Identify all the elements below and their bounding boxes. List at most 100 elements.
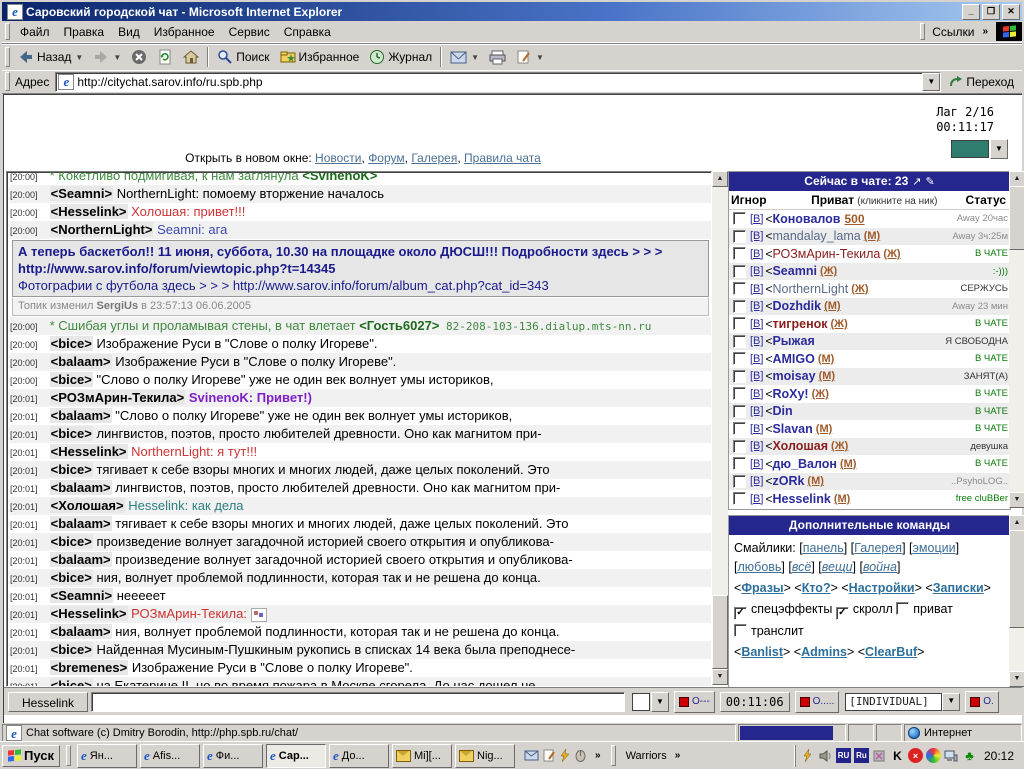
user-nick[interactable]: дю_Валон (772, 457, 837, 471)
favorites-button[interactable]: Избранное (275, 47, 365, 67)
smiley-link[interactable]: всё (792, 560, 811, 574)
message-nick[interactable]: <balaam> (50, 480, 112, 495)
mode-select[interactable]: [INDIVIDUAL] ▼ (844, 692, 960, 712)
compose-quick-icon[interactable] (543, 749, 556, 762)
gender-link[interactable]: (Ж) (851, 283, 868, 295)
smiley-link[interactable]: панель (803, 541, 844, 555)
message-nick[interactable]: <balaam> (50, 354, 112, 369)
quick-launch-chevron-icon[interactable]: » (591, 750, 605, 761)
user-nick[interactable]: Рыжая (772, 334, 814, 348)
gender-link[interactable]: (М) (807, 475, 824, 487)
privat-b-link[interactable]: [В] (750, 248, 763, 260)
user-nick[interactable]: Холошая (772, 439, 828, 453)
user-nick[interactable]: Dozhdik (772, 299, 821, 313)
language-indicator-icon[interactable]: RU (836, 748, 851, 763)
user-nick[interactable]: тигренок (772, 317, 827, 331)
user-nick[interactable]: mandalay_lama (772, 229, 860, 243)
message-nick[interactable]: <NorthernLight> (50, 222, 154, 237)
taskbar-window-button[interactable]: eДо... (329, 744, 389, 768)
ignore-checkbox[interactable] (733, 212, 746, 225)
message-nick[interactable]: <balaam> (50, 552, 112, 567)
ignore-checkbox[interactable] (733, 230, 746, 243)
links-grip[interactable] (920, 23, 925, 40)
user-nick[interactable]: Din (772, 404, 792, 418)
message-nick[interactable]: <bice> (50, 534, 93, 549)
ignore-checkbox[interactable] (733, 422, 746, 435)
smiley-link[interactable]: Галерея (854, 541, 902, 555)
smiley-link[interactable]: вещи (822, 560, 853, 574)
color-ball-tray-icon[interactable] (926, 748, 941, 763)
settings-checkbox[interactable]: ✓ (734, 607, 747, 620)
warriors-chevron-icon[interactable]: » (671, 750, 685, 761)
message-input[interactable] (91, 692, 625, 712)
restore-button[interactable]: ❐ (982, 4, 1000, 20)
action-nick[interactable]: <SvinenoK> (302, 171, 377, 183)
user-nick[interactable]: РОЗмАрин-Текила (772, 247, 880, 261)
scroll-down-icon[interactable]: ▼ (1009, 671, 1024, 687)
smiley-link[interactable]: любовь (737, 560, 781, 574)
color-select-arrow-icon[interactable]: ▼ (990, 139, 1008, 159)
chat-scrollbar[interactable]: ▲ ▼ (712, 171, 728, 685)
message-nick[interactable]: <balaam> (50, 516, 112, 531)
message-nick[interactable]: <Seamni> (50, 186, 113, 201)
commands-scrollbar[interactable]: ▲ ▼ (1009, 515, 1024, 687)
admin-link[interactable]: ClearBuf (865, 645, 917, 659)
network-tray-icon[interactable] (944, 748, 959, 763)
action-nick[interactable]: <Гость6027> (359, 318, 439, 333)
admin-link[interactable]: Banlist (741, 645, 783, 659)
privat-b-link[interactable]: [В] (750, 388, 763, 400)
ignore-checkbox[interactable] (733, 282, 746, 295)
user-nick[interactable]: Hesselink (772, 492, 830, 506)
mini-select[interactable]: ▼ (631, 692, 669, 712)
admin-link[interactable]: Admins (801, 645, 847, 659)
privat-b-link[interactable]: [В] (750, 423, 763, 435)
stop-button[interactable] (126, 47, 152, 67)
smiley-link[interactable]: эмоции (913, 541, 956, 555)
message-nick[interactable]: <Hesselink> (50, 204, 128, 219)
color-select[interactable]: ▼ (950, 139, 1008, 159)
gender-link[interactable]: (М) (818, 353, 835, 365)
privat-b-link[interactable]: [В] (750, 213, 763, 225)
scroll-up-icon[interactable]: ▲ (1009, 515, 1024, 531)
menu-item[interactable]: Избранное (147, 23, 222, 41)
message-nick[interactable]: <Холошая> (50, 498, 125, 513)
forward-button[interactable]: ▼ (88, 47, 126, 67)
links-bar-label[interactable]: Ссылки (928, 25, 978, 39)
ignore-checkbox[interactable] (733, 317, 746, 330)
ignore-checkbox[interactable] (733, 370, 746, 383)
scroll-up-icon[interactable]: ▲ (1009, 171, 1024, 187)
red-indicator-button-1[interactable]: О--- (674, 691, 715, 713)
mail-quick-icon[interactable] (524, 750, 539, 761)
ignore-checkbox[interactable] (733, 265, 746, 278)
message-nick[interactable]: <РОЗмАрин-Текила> (50, 390, 186, 405)
ignore-checkbox[interactable] (733, 247, 746, 260)
open-link[interactable]: Форум (368, 151, 404, 165)
message-nick[interactable]: <balaam> (50, 408, 112, 423)
menu-item[interactable]: Справка (277, 23, 338, 41)
ignore-checkbox[interactable] (733, 387, 746, 400)
ignore-checkbox[interactable] (733, 335, 746, 348)
taskbar-window-button[interactable]: Nig... (455, 744, 515, 768)
gender-link[interactable]: (М) (834, 493, 851, 505)
user-nick[interactable]: moisay (772, 369, 815, 383)
command-link[interactable]: Записки (933, 581, 984, 595)
gender-link[interactable]: (Ж) (831, 318, 848, 330)
back-button[interactable]: Назад▼ (13, 47, 88, 67)
close-button[interactable]: ✕ (1002, 4, 1020, 20)
privat-b-link[interactable]: [В] (750, 440, 763, 452)
clover-tray-icon[interactable]: ♣ (962, 748, 977, 763)
scroll-down-icon[interactable]: ▼ (712, 669, 728, 685)
menu-item[interactable]: Правка (57, 23, 112, 41)
user-nick[interactable]: NorthernLight (772, 282, 848, 296)
gender-link[interactable]: (М) (840, 458, 857, 470)
address-dropdown-icon[interactable]: ▼ (922, 73, 940, 91)
gender-link[interactable]: (Ж) (820, 265, 837, 277)
alert-tray-icon[interactable]: × (908, 748, 923, 763)
menu-item[interactable]: Сервис (222, 23, 277, 41)
share-icon[interactable]: ↗ (908, 176, 921, 188)
nick-button[interactable]: Hesselink (8, 692, 88, 712)
privat-b-link[interactable]: [В] (750, 300, 763, 312)
message-nick[interactable]: <Hesselink> (50, 444, 128, 459)
ignore-checkbox[interactable] (733, 352, 746, 365)
red-indicator-button-2[interactable]: О..... (795, 691, 840, 713)
